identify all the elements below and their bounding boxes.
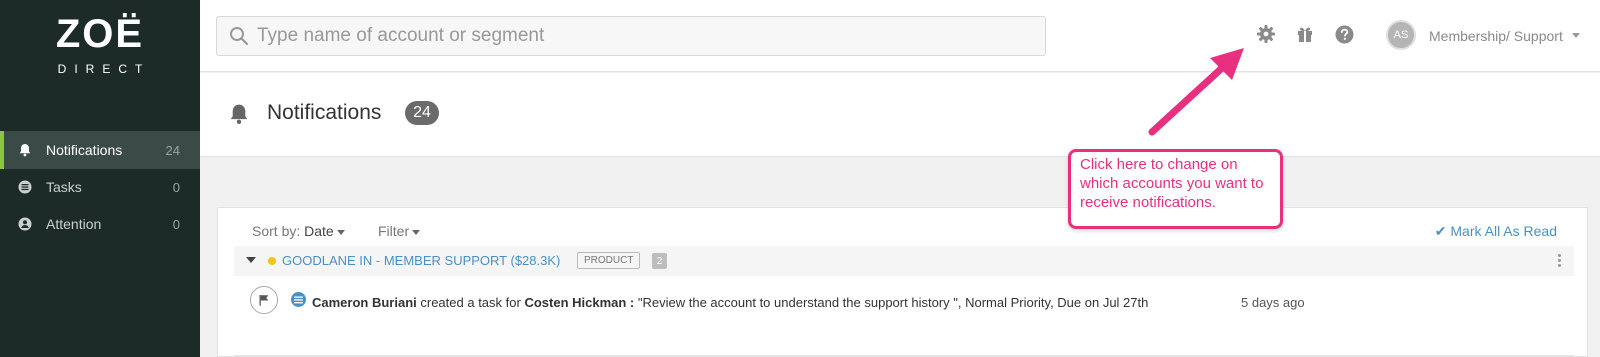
task-detail: "Review the account to understand the su…: [637, 295, 1149, 310]
search-input[interactable]: [257, 25, 1017, 47]
page-title: Notifications: [267, 101, 382, 124]
logo-main: ZOË: [56, 12, 144, 56]
notifications-panel: Sort by: Date Filter ✔ Mark All As Read …: [217, 207, 1588, 357]
notification-item: Cameron Buriani created a task for Coste…: [234, 276, 1574, 356]
sidebar-item-attention[interactable]: Attention 0: [0, 205, 200, 243]
notification-text: Cameron Buriani created a task for Coste…: [290, 290, 1180, 315]
logo[interactable]: ZOË DIRECT: [0, 12, 200, 76]
sidebar-item-count: 0: [172, 179, 180, 195]
help-icon[interactable]: [1334, 24, 1354, 44]
sort-dropdown[interactable]: Sort by: Date: [252, 223, 345, 239]
avatar-initials: AS: [1393, 29, 1409, 41]
group-row: GOODLANE IN - MEMBER SUPPORT ($28.3K) PR…: [234, 246, 1574, 276]
mark-all-label: Mark All As Read: [1450, 223, 1557, 239]
chevron-down-icon: [412, 229, 421, 235]
gift-icon[interactable]: [1295, 24, 1315, 44]
annotation-arrow: [1148, 48, 1244, 136]
sort-label: Sort by:: [252, 223, 301, 239]
sidebar-item-notifications[interactable]: Notifications 24: [0, 131, 200, 169]
search-icon: [229, 26, 249, 46]
target-name[interactable]: Costen Hickman :: [524, 295, 634, 310]
sidebar-item-tasks[interactable]: Tasks 0: [0, 168, 200, 206]
count-badge: 24: [405, 101, 439, 125]
sidebar: ZOË DIRECT Notifications 24 Tasks 0 Atte…: [0, 0, 200, 357]
action-text: created a task for: [420, 295, 521, 310]
page-header: Notifications 24: [200, 73, 1600, 157]
collapse-caret-icon[interactable]: [246, 257, 256, 263]
sidebar-item-label: Attention: [46, 216, 102, 232]
sidebar-item-count: 24: [165, 142, 180, 158]
sidebar-item-label: Notifications: [46, 142, 123, 158]
logo-main-text: ZOË: [55, 12, 145, 56]
list-icon: [18, 180, 32, 194]
timestamp: 5 days ago: [1241, 295, 1305, 310]
more-options-icon[interactable]: [1558, 253, 1562, 269]
topbar: AS Membership/ Support: [200, 0, 1600, 72]
chevron-down-icon[interactable]: [1572, 33, 1580, 38]
filter-label: Filter: [378, 223, 410, 239]
chevron-down-icon: [336, 229, 345, 235]
avatar[interactable]: AS: [1386, 20, 1416, 50]
filter-dropdown[interactable]: Filter: [378, 223, 421, 239]
search-box[interactable]: [216, 16, 1046, 56]
check-icon: ✔: [1434, 223, 1447, 239]
group-name-link[interactable]: GOODLANE IN - MEMBER SUPPORT ($28.3K): [282, 253, 560, 268]
sidebar-item-label: Tasks: [46, 179, 82, 195]
bell-icon: [18, 143, 32, 157]
sidebar-item-count: 0: [172, 216, 180, 232]
logo-sub: DIRECT: [57, 62, 151, 76]
annotation-callout: Click here to change on which accounts y…: [1068, 149, 1283, 229]
status-dot: [268, 257, 276, 265]
actor-name[interactable]: Cameron Buriani: [312, 295, 417, 310]
group-tag: PRODUCT: [577, 252, 641, 269]
group-count-badge: 2: [652, 253, 667, 269]
attention-icon: [18, 217, 32, 231]
flag-icon: [259, 295, 269, 306]
bell-icon: [228, 103, 250, 130]
mark-all-read-button[interactable]: ✔ Mark All As Read: [1435, 223, 1557, 240]
user-menu[interactable]: Membership/ Support: [1429, 28, 1563, 44]
flag-button[interactable]: [250, 286, 278, 314]
sort-value: Date: [304, 223, 334, 239]
